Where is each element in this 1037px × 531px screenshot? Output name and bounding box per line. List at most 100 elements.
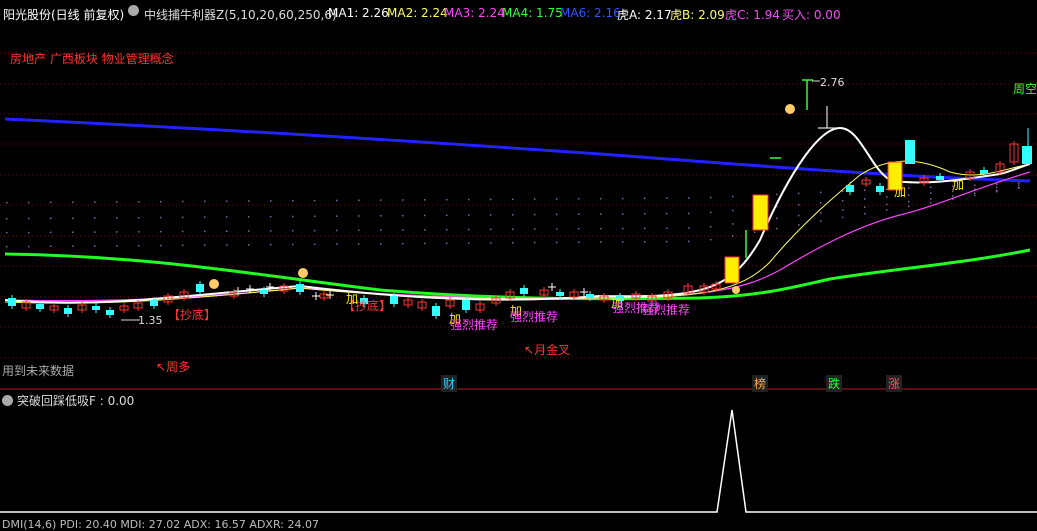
strong-recommend-2: 强烈推荐	[510, 310, 559, 324]
event-marker-finance[interactable]: 财	[441, 375, 458, 392]
bottom-indicator-line[interactable]: DMI(14,6) PDI: 20.40 MDI: 27.02 ADX: 16.…	[2, 518, 319, 531]
band-dot	[402, 199, 404, 201]
band-dot	[160, 230, 162, 233]
indicator-name[interactable]: 中线捕牛利器Z(5,10,20,60,250,6)	[144, 6, 337, 23]
band-dot	[358, 229, 360, 232]
band-dot	[886, 188, 888, 191]
band-dot	[710, 211, 712, 214]
band-dot	[248, 230, 250, 232]
band-dot	[446, 228, 448, 231]
band-dot	[380, 243, 382, 245]
band-dot	[908, 187, 910, 190]
sub-panel-title-text: 突破回踩低吸F : 0.00	[17, 394, 135, 408]
band-dot	[534, 198, 536, 200]
band-dot	[578, 228, 580, 230]
band-dot	[974, 184, 976, 186]
band-dot	[116, 231, 118, 233]
sub-panel-title[interactable]: 突破回踩低吸F : 0.00	[2, 392, 134, 409]
band-dot	[116, 245, 118, 247]
band-dot	[204, 200, 206, 203]
tiger-c-value: 虎C: 1.94	[725, 8, 780, 22]
band-dot	[402, 242, 404, 245]
band-dot	[336, 243, 338, 245]
band-dot	[864, 206, 866, 208]
band-dot	[490, 214, 492, 216]
band-dot	[578, 241, 580, 244]
week-many-label: ↖周多	[156, 360, 191, 374]
band-dot	[248, 200, 250, 202]
band-dot	[710, 196, 712, 199]
buy-value: 买入: 0.00	[782, 8, 841, 22]
band-dot	[336, 215, 338, 217]
band-dot	[600, 241, 602, 243]
band-dot	[446, 242, 448, 245]
band-dot	[336, 229, 338, 232]
band-dot	[996, 183, 998, 185]
band-dot	[820, 220, 822, 222]
ma2-line	[4, 160, 1031, 304]
band-dot	[666, 212, 668, 215]
band-dot	[842, 209, 844, 211]
band-dot	[644, 212, 646, 215]
cyan-candle-top	[905, 140, 915, 164]
band-dot	[314, 199, 316, 202]
cyan-candle-right	[1022, 146, 1032, 164]
band-dot	[688, 212, 690, 215]
circle-arrow-down-icon[interactable]	[2, 395, 13, 406]
band-dot	[776, 227, 778, 230]
band-dot	[732, 195, 734, 198]
band-dot	[930, 186, 932, 188]
band-dot	[732, 235, 734, 237]
band-dot	[908, 205, 910, 208]
band-dot	[864, 189, 866, 192]
band-dot	[446, 198, 448, 201]
band-dot	[94, 217, 96, 219]
band-dot	[28, 245, 30, 248]
tiger-a-value: 虎A: 2.17	[617, 8, 672, 22]
stock-title[interactable]: 阳光股份(日线 前复权)	[3, 6, 124, 23]
circle-arrow-down-icon[interactable]	[128, 5, 139, 16]
band-dot	[600, 227, 602, 230]
band-dot	[776, 205, 778, 208]
ma6-value: MA6: 2.16	[560, 6, 621, 20]
main-chart[interactable]	[0, 0, 1037, 524]
band-dot	[820, 191, 822, 194]
band-dot	[358, 215, 360, 217]
band-dot	[996, 190, 998, 193]
band-dot	[314, 229, 316, 232]
band-dot	[94, 245, 96, 247]
band-dot	[798, 224, 800, 226]
band-dot	[226, 230, 228, 232]
band-dot	[292, 243, 294, 246]
event-marker-fall[interactable]: 跌	[826, 375, 843, 392]
band-dot	[204, 230, 206, 233]
band-dot	[138, 244, 140, 247]
band-dot	[1018, 187, 1020, 189]
band-dot	[974, 192, 976, 195]
ma6-line	[4, 117, 1031, 183]
band-dot	[292, 200, 294, 202]
strong-recommend-4: 强烈推荐	[642, 303, 691, 317]
band-dot	[974, 188, 976, 191]
band-dot	[996, 186, 998, 189]
band-dot	[644, 197, 646, 200]
band-dot	[468, 214, 470, 216]
band-dot	[358, 199, 360, 202]
sector-tags[interactable]: 房地产 广西板块 物业管理概念	[10, 50, 174, 67]
band-dot	[248, 244, 250, 246]
band-dot	[270, 230, 272, 232]
band-dot	[160, 216, 162, 219]
band-dot	[204, 244, 206, 246]
event-marker-list[interactable]: 榜	[752, 375, 769, 392]
band-dot	[930, 192, 932, 194]
band-dot	[50, 245, 52, 248]
event-marker-rise[interactable]: 涨	[886, 375, 903, 392]
band-dot	[864, 213, 866, 215]
band-dot	[622, 241, 624, 243]
month-golden-cross-text: 月金叉	[534, 343, 571, 357]
band-dot	[380, 215, 382, 217]
band-dot	[820, 212, 822, 214]
band-dot	[600, 197, 602, 200]
band-dot	[72, 245, 74, 247]
band-dot	[292, 230, 294, 232]
